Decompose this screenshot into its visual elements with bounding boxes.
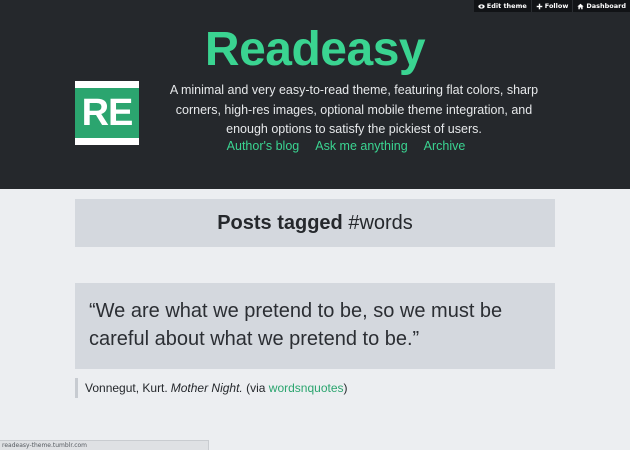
blog-avatar[interactable]: RE	[75, 81, 139, 145]
quote-source: Vonnegut, Kurt. Mother Night. (via words…	[75, 378, 348, 398]
eye-icon	[478, 3, 485, 10]
quote-post: “We are what we pretend to be, so we mus…	[75, 283, 555, 369]
via-suffix: )	[343, 381, 348, 395]
tag-banner-prefix: Posts tagged	[217, 211, 349, 234]
source-author: Vonnegut, Kurt.	[85, 381, 168, 395]
edit-theme-label: Edit theme	[486, 2, 527, 10]
dashboard-label: Dashboard	[586, 2, 626, 10]
dashboard-button[interactable]: Dashboard	[572, 0, 630, 12]
source-title: Mother Night.	[170, 381, 243, 395]
follow-label: Follow	[544, 2, 569, 10]
browser-status-bar: readeasy-theme.tumblr.com	[0, 440, 209, 450]
blog-nav: Author's blog Ask me anything Archive	[0, 139, 630, 153]
blog-title[interactable]: Readeasy	[0, 22, 630, 78]
avatar-logo-text: RE	[75, 88, 139, 138]
nav-link-authors-blog[interactable]: Author's blog	[227, 139, 300, 153]
nav-link-archive[interactable]: Archive	[424, 139, 466, 153]
nav-link-ask-me-anything[interactable]: Ask me anything	[315, 139, 407, 153]
blog-header: Readeasy RE A minimal and very easy-to-r…	[0, 0, 630, 189]
via-link[interactable]: wordsnquotes	[269, 381, 344, 395]
plus-icon	[536, 3, 543, 10]
home-icon	[577, 3, 584, 10]
blog-description: A minimal and very easy-to-read theme, f…	[169, 83, 539, 136]
edit-theme-button[interactable]: Edit theme	[474, 0, 531, 12]
tumblr-controls: Edit theme Follow Dashboard	[473, 0, 630, 12]
via-prefix: (via	[246, 381, 269, 395]
tag-banner: Posts tagged #words	[75, 199, 555, 247]
follow-button[interactable]: Follow	[530, 0, 573, 12]
tag-banner-tag: #words	[348, 211, 413, 234]
quote-text: “We are what we pretend to be, so we mus…	[89, 300, 503, 350]
